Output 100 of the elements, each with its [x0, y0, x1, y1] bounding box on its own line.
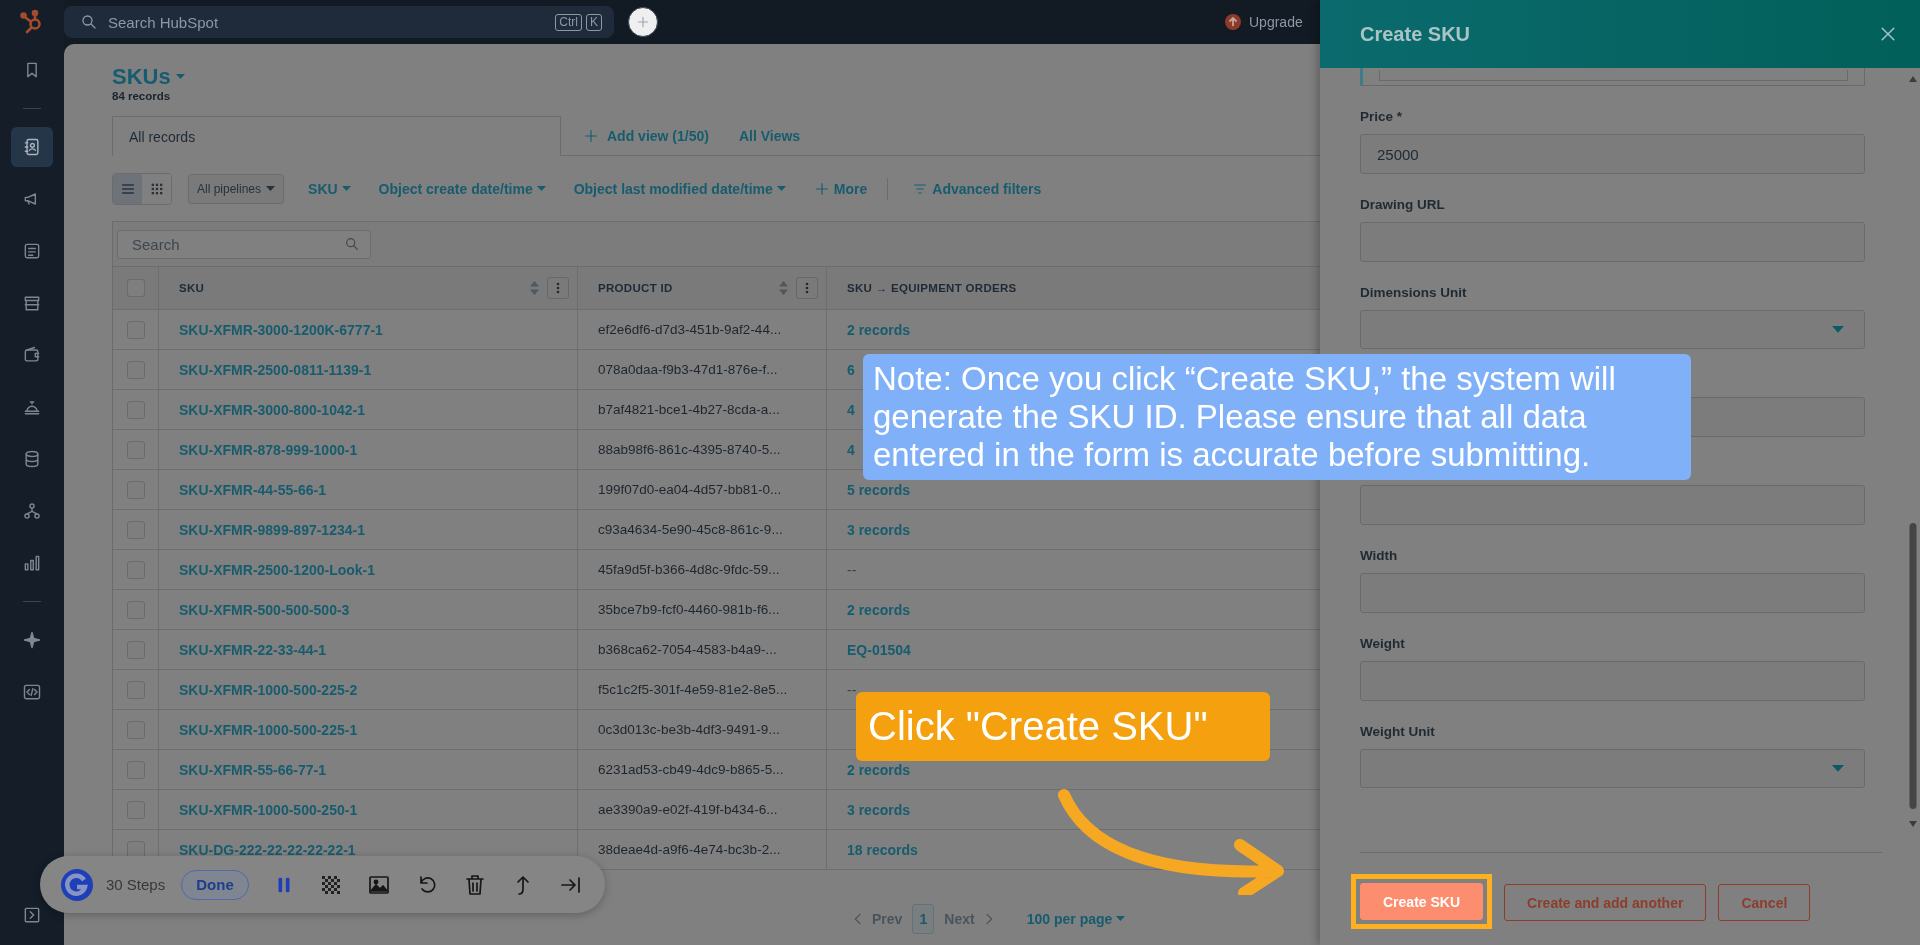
input-field[interactable] — [1360, 68, 1865, 86]
all-views-link[interactable]: All Views — [730, 116, 809, 155]
input-field[interactable]: 25000 — [1360, 134, 1865, 174]
column-menu-button[interactable] — [796, 277, 818, 299]
orders-link[interactable]: 5 records — [847, 481, 911, 498]
orders-link[interactable]: 3 records — [847, 801, 911, 818]
field-label: Price * — [1360, 109, 1404, 126]
expand-panel-icon[interactable] — [22, 905, 42, 925]
orders-link[interactable]: 3 records — [847, 521, 911, 538]
panel-title: Create SKU — [1360, 22, 1471, 46]
orders-link[interactable]: 2 records — [847, 761, 911, 778]
step-tooltip: Click "Create SKU" — [856, 692, 1270, 761]
field-label: Drawing URL — [1360, 197, 1446, 214]
page-number[interactable]: 1 — [912, 904, 935, 934]
sku-link[interactable]: SKU-XFMR-2500-1200-Look-1 — [179, 561, 376, 578]
sku-link[interactable]: SKU-XFMR-500-500-500-3 — [179, 601, 350, 618]
list-icon — [119, 181, 136, 197]
column-header[interactable]: SKU → EQUIPMENT ORDERS — [847, 282, 1017, 294]
bar-chart-icon — [22, 553, 42, 573]
filter-dropdown[interactable]: SKU — [304, 181, 355, 197]
guide-logo-icon[interactable] — [60, 867, 94, 902]
orders-link[interactable]: 2 records — [847, 321, 911, 338]
page-size-dropdown[interactable]: 100 per page — [1026, 911, 1126, 927]
code-icon — [22, 682, 42, 702]
sku-link[interactable]: SKU-XFMR-44-55-66-1 — [179, 481, 327, 498]
table-cell: 6231ad53-cb49-4dc9-b865-5... — [598, 762, 784, 777]
table-search-field[interactable]: Search — [117, 229, 371, 259]
shortcut-key: Ctrl — [555, 13, 582, 31]
sku-link[interactable]: SKU-XFMR-55-66-77-1 — [179, 761, 327, 778]
more-icon — [556, 282, 560, 294]
search-field[interactable]: Search HubSpot Ctrl K — [64, 6, 614, 38]
table-cell: b7af4821-bce1-4b27-8cda-a... — [598, 402, 780, 417]
sku-link[interactable]: SKU-DG-222-22-22-22-22-1 — [179, 841, 356, 858]
secondary-button[interactable]: Cancel — [1718, 884, 1811, 921]
orders-link[interactable]: 4 — [847, 401, 855, 418]
view-mode-button[interactable] — [113, 174, 142, 204]
table-cell: 45fa9d5f-b366-4d8c-9fdc-59... — [598, 562, 780, 577]
database-icon — [22, 449, 42, 469]
sort-icon[interactable] — [779, 281, 788, 295]
sku-link[interactable]: SKU-XFMR-878-999-1000-1 — [179, 441, 358, 458]
orders-link[interactable]: 4 — [847, 441, 855, 458]
caret-icon — [536, 186, 546, 192]
done-button[interactable]: Done — [181, 869, 249, 900]
sku-link[interactable]: SKU-XFMR-1000-500-225-2 — [179, 681, 358, 698]
wallet-icon — [22, 345, 42, 365]
create-button[interactable]: Create SKU — [1360, 883, 1484, 920]
caret-icon — [266, 186, 276, 192]
table-cell: f5c1c2f5-301f-4e59-81e2-8e5... — [598, 682, 788, 697]
search-icon — [80, 13, 98, 31]
nav-button[interactable] — [11, 127, 53, 167]
field-label: Weight — [1360, 636, 1406, 653]
sku-link[interactable]: SKU-XFMR-1000-500-250-1 — [179, 801, 358, 818]
sku-link[interactable]: SKU-XFMR-3000-1200K-6777-1 — [179, 321, 383, 338]
plus-icon — [583, 127, 599, 144]
select-field[interactable] — [1360, 310, 1865, 349]
sku-link[interactable]: SKU-XFMR-1000-500-225-1 — [179, 721, 358, 738]
add-view-link[interactable]: Add view (1/50) — [575, 116, 717, 155]
contacts-icon — [22, 137, 42, 157]
field-label: Width — [1360, 548, 1399, 565]
caret-icon — [776, 186, 786, 192]
sku-link[interactable]: SKU-XFMR-22-33-44-1 — [179, 641, 327, 658]
advanced-filters-button[interactable]: Advanced filters — [908, 181, 1046, 197]
secondary-button[interactable]: Create and add another — [1504, 884, 1707, 921]
page-title[interactable]: SKUs — [112, 64, 171, 90]
pipeline-dropdown[interactable]: All pipelines — [188, 174, 285, 204]
view-tab[interactable]: All records — [112, 116, 561, 156]
orders-link[interactable]: EQ-01504 — [847, 641, 911, 658]
column-menu-button[interactable] — [547, 277, 569, 299]
caret-icon — [1832, 764, 1844, 773]
sku-link[interactable]: SKU-XFMR-3000-800-1042-1 — [179, 401, 365, 418]
filter-dropdown[interactable]: Object last modified date/time — [569, 181, 790, 197]
field-label: Dimensions Unit — [1360, 285, 1468, 302]
table-cell: 38deae4d-a9f6-4e74-bc3b-2... — [598, 842, 781, 857]
scrollbar[interactable] — [1909, 74, 1917, 829]
orders-link[interactable]: 2 records — [847, 601, 911, 618]
more-filters-button[interactable]: More — [809, 181, 872, 197]
orders-link[interactable]: 18 records — [847, 841, 918, 858]
filter-dropdown[interactable]: Object create date/time — [374, 181, 550, 197]
sku-link[interactable]: SKU-XFMR-9899-897-1234-1 — [179, 521, 365, 538]
sparkle-icon — [22, 630, 42, 650]
table-cell: 88ab98f6-861c-4395-8740-5... — [598, 442, 781, 457]
column-header[interactable]: PRODUCT ID — [598, 282, 673, 294]
plus-icon — [813, 181, 830, 197]
steps-count: 30 Steps — [106, 876, 166, 893]
upgrade-link[interactable]: Upgrade — [1249, 14, 1303, 30]
column-header[interactable]: SKU — [179, 282, 205, 294]
table-cell: 35bce7b9-fcf0-4460-981b-f6... — [598, 602, 780, 617]
table-cell: b368ca62-7054-4583-b4a9-... — [598, 642, 777, 657]
caret-icon — [341, 186, 351, 192]
orders-link[interactable]: -- — [847, 561, 857, 578]
caret-icon — [1116, 916, 1126, 922]
select-field[interactable] — [1360, 749, 1865, 788]
orders-link[interactable]: 6 — [847, 361, 855, 378]
network-icon — [22, 501, 42, 521]
table-cell: 078a0daa-f9b3-47d1-876e-f... — [598, 362, 778, 377]
orders-link[interactable]: -- — [847, 681, 857, 698]
sort-icon[interactable] — [530, 281, 539, 295]
create-button[interactable] — [628, 7, 658, 37]
store-icon — [22, 293, 42, 313]
sku-link[interactable]: SKU-XFMR-2500-0811-1139-1 — [179, 361, 372, 378]
